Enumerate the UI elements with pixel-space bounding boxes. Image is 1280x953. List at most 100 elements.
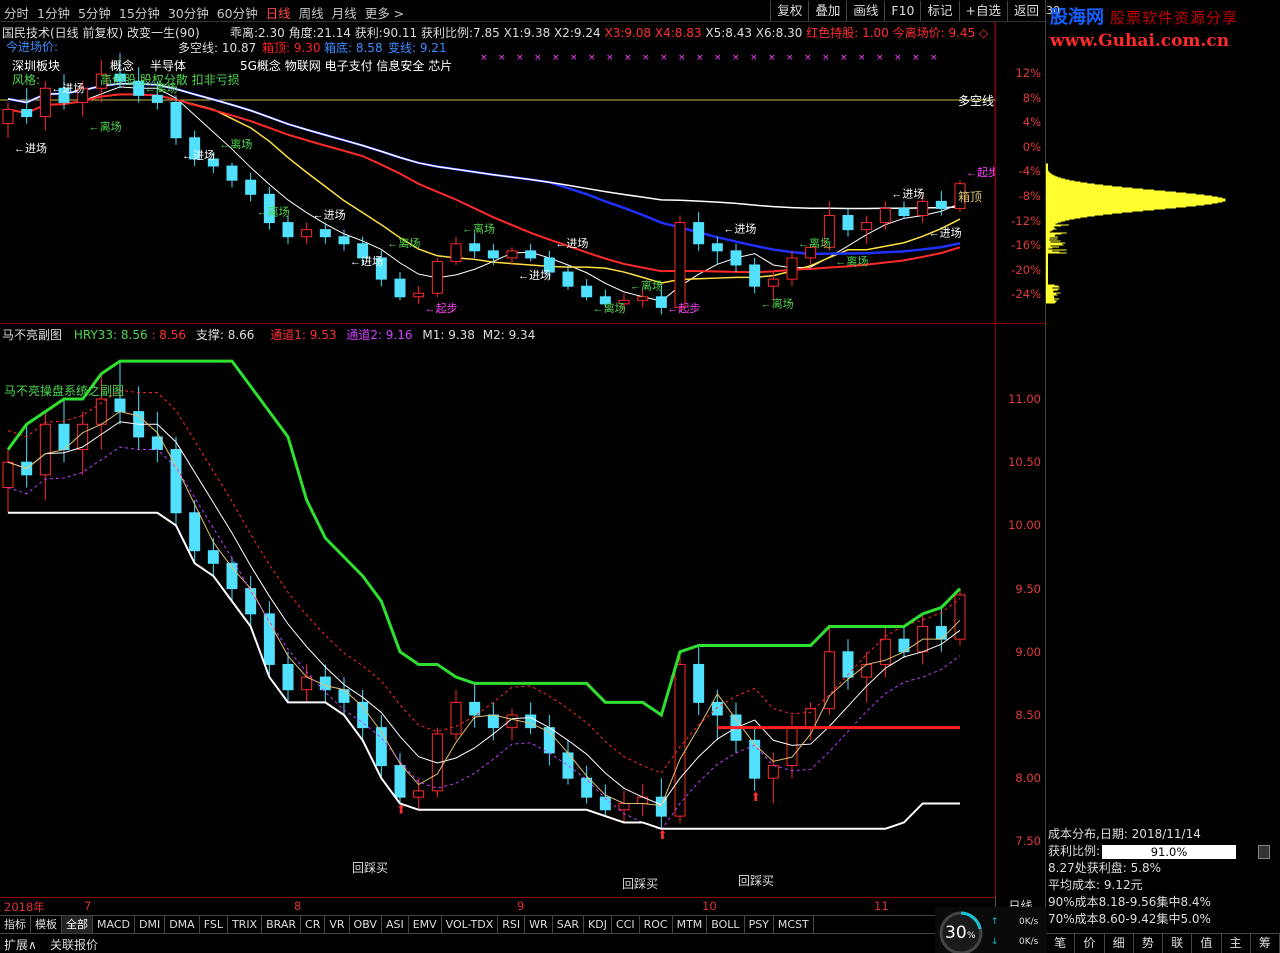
right-tab[interactable]: 值 <box>1192 934 1221 953</box>
buy-arrow-icon: ⬆ <box>396 802 406 816</box>
indicator-tab[interactable]: MACD <box>93 916 135 933</box>
period-tab[interactable]: 分时 <box>4 3 29 22</box>
right-tab[interactable]: 势 <box>1134 934 1163 953</box>
cost-90: 90%成本8.18-9.56集中8.4% <box>1046 894 1280 911</box>
toolbar-button[interactable]: 返回 <box>1007 1 1045 21</box>
right-tab[interactable]: 联 <box>1163 934 1192 953</box>
indicator-tab[interactable]: EMV <box>409 916 442 933</box>
toolbar-button[interactable]: 标记 <box>920 1 958 21</box>
indicator-tab[interactable]: BOLL <box>707 916 744 933</box>
signal-marker: × <box>894 53 902 63</box>
sub-candle <box>190 513 200 551</box>
date-label: 11 <box>874 899 889 913</box>
date-label: 7 <box>84 899 91 913</box>
price-axis: 11.00 10.50 10.00 9.50 9.00 8.50 8.00 7.50 <box>995 324 1045 897</box>
signal-marker: × <box>732 53 740 63</box>
signal-annotation: ←进场 <box>350 254 383 268</box>
period-tab[interactable]: 周线 <box>299 3 324 22</box>
toolbar-button[interactable]: 画线 <box>846 1 884 21</box>
indicator-tab[interactable]: RSI <box>498 916 525 933</box>
percent-tick: 8% <box>1023 91 1041 105</box>
indicator-tab[interactable]: VOL-TDX <box>442 916 499 933</box>
signal-annotation: ←离场 <box>89 120 122 134</box>
period-tab[interactable]: 更多 > <box>365 3 404 22</box>
sub-indicator-canvas: ⬆⬆⬆ <box>0 324 995 897</box>
candle <box>395 279 405 297</box>
signal-annotation: ←离场 <box>462 222 495 236</box>
indicator-tab[interactable]: CR <box>301 916 325 933</box>
indicator-tab[interactable]: MCST <box>774 916 814 933</box>
logo-url: www.Guhai.com.cn <box>1050 31 1278 51</box>
candle <box>731 251 741 265</box>
signal-annotation: ←进场 <box>51 81 84 95</box>
buy-label-3: 回踩买 <box>738 872 774 889</box>
sub-candle <box>246 589 256 614</box>
indicator-tab[interactable]: 模板 <box>31 916 62 933</box>
today-exit-price: 今离场价: 9.45 ◇ <box>893 26 989 40</box>
indicator-tab[interactable]: CCI <box>612 916 640 933</box>
percent-tick: 0% <box>1023 140 1041 154</box>
cost-distribution-chart <box>1046 160 1278 310</box>
period-tab[interactable]: 15分钟 <box>119 3 160 22</box>
indicator-tab[interactable]: TRIX <box>228 916 262 933</box>
right-tab[interactable]: 笔 <box>1046 934 1075 953</box>
right-tab[interactable]: 筹 <box>1251 934 1280 953</box>
indicator-tab[interactable]: BRAR <box>262 916 301 933</box>
sub-candle <box>862 664 872 677</box>
toolbar-button[interactable]: 叠加 <box>808 1 846 21</box>
indicator-tab[interactable]: DMA <box>165 916 200 933</box>
xiangdi-value: 箱底: 8.58 <box>324 39 383 56</box>
indicator-tab[interactable]: OBV <box>350 916 382 933</box>
period-tab[interactable]: 月线 <box>332 3 357 22</box>
candle <box>768 279 778 286</box>
candle <box>227 166 237 180</box>
sub-candle <box>339 690 349 703</box>
expand-button[interactable]: 扩展∧ <box>4 936 37 953</box>
indicator-tab[interactable]: ASI <box>382 916 409 933</box>
main-kline-pane: ←进场 ←进场 ←离场 ←离场 ←进场 ←离场 ←离场 ←进场 ←进场 ←离场 ←起步 ←离场 ←进场 ←… <box>0 22 1045 324</box>
period-tab[interactable]: 5分钟 <box>78 3 111 22</box>
indicator-tab[interactable]: MTM <box>673 916 708 933</box>
toolbar-button[interactable]: 复权 <box>770 1 808 21</box>
right-tab[interactable]: 细 <box>1105 934 1134 953</box>
toolbar-button[interactable]: +自选 <box>959 1 1007 21</box>
period-tab[interactable]: 日线 <box>266 3 291 22</box>
percent-tick: 4% <box>1023 115 1041 129</box>
indicator-tab[interactable]: SAR <box>553 916 584 933</box>
signal-marker: × <box>534 53 542 63</box>
period-tab[interactable]: 60分钟 <box>217 3 258 22</box>
indicator-tab[interactable]: DMI <box>135 916 165 933</box>
signal-annotation: ←进场 <box>723 222 756 236</box>
signal-marker: × <box>516 53 524 63</box>
toolbar-right-buttons: 复权 叠加 画线 F10 标记 +自选 返回 <box>770 1 1045 21</box>
period-tab[interactable]: 30分钟 <box>168 3 209 22</box>
indicator-tab[interactable]: 全部 <box>62 916 93 933</box>
indicator-tab[interactable]: ROC <box>640 916 673 933</box>
percent-tick: -20% <box>1011 263 1041 277</box>
entry-price-label: 今进场价: <box>6 38 58 55</box>
indicator-tab[interactable]: PSY <box>745 916 774 933</box>
right-tab[interactable]: 价 <box>1075 934 1104 953</box>
profit-ratio-bar: 91.0% <box>1102 845 1236 859</box>
candle <box>638 297 648 301</box>
style-values: 高价股 股权分散 扣非亏损 <box>100 71 240 88</box>
signal-marker: × <box>750 53 758 63</box>
indicator-tab[interactable]: KDJ <box>584 916 612 933</box>
indicator-tab[interactable]: WR <box>525 916 553 933</box>
indicator-tab[interactable]: 指标 <box>0 916 31 933</box>
candle <box>40 88 50 116</box>
sub-candle <box>376 728 386 766</box>
candle <box>339 237 349 244</box>
sub-candle <box>768 766 778 779</box>
upload-arrow-icon: ↑ <box>991 917 999 927</box>
style-label: 风格: <box>12 71 40 88</box>
signal-annotation: ←起步 <box>425 302 458 315</box>
related-quotes-button[interactable]: 关联报价 <box>50 936 98 953</box>
toolbar-button[interactable]: F10 <box>884 1 920 21</box>
indicator-tab[interactable]: FSL <box>200 916 228 933</box>
signal-annotation: ←进场 <box>555 236 588 250</box>
indicator-tab[interactable]: VR <box>325 916 349 933</box>
sub-candle <box>171 450 181 513</box>
right-tab[interactable]: 主 <box>1222 934 1251 953</box>
period-tab[interactable]: 1分钟 <box>37 3 70 22</box>
